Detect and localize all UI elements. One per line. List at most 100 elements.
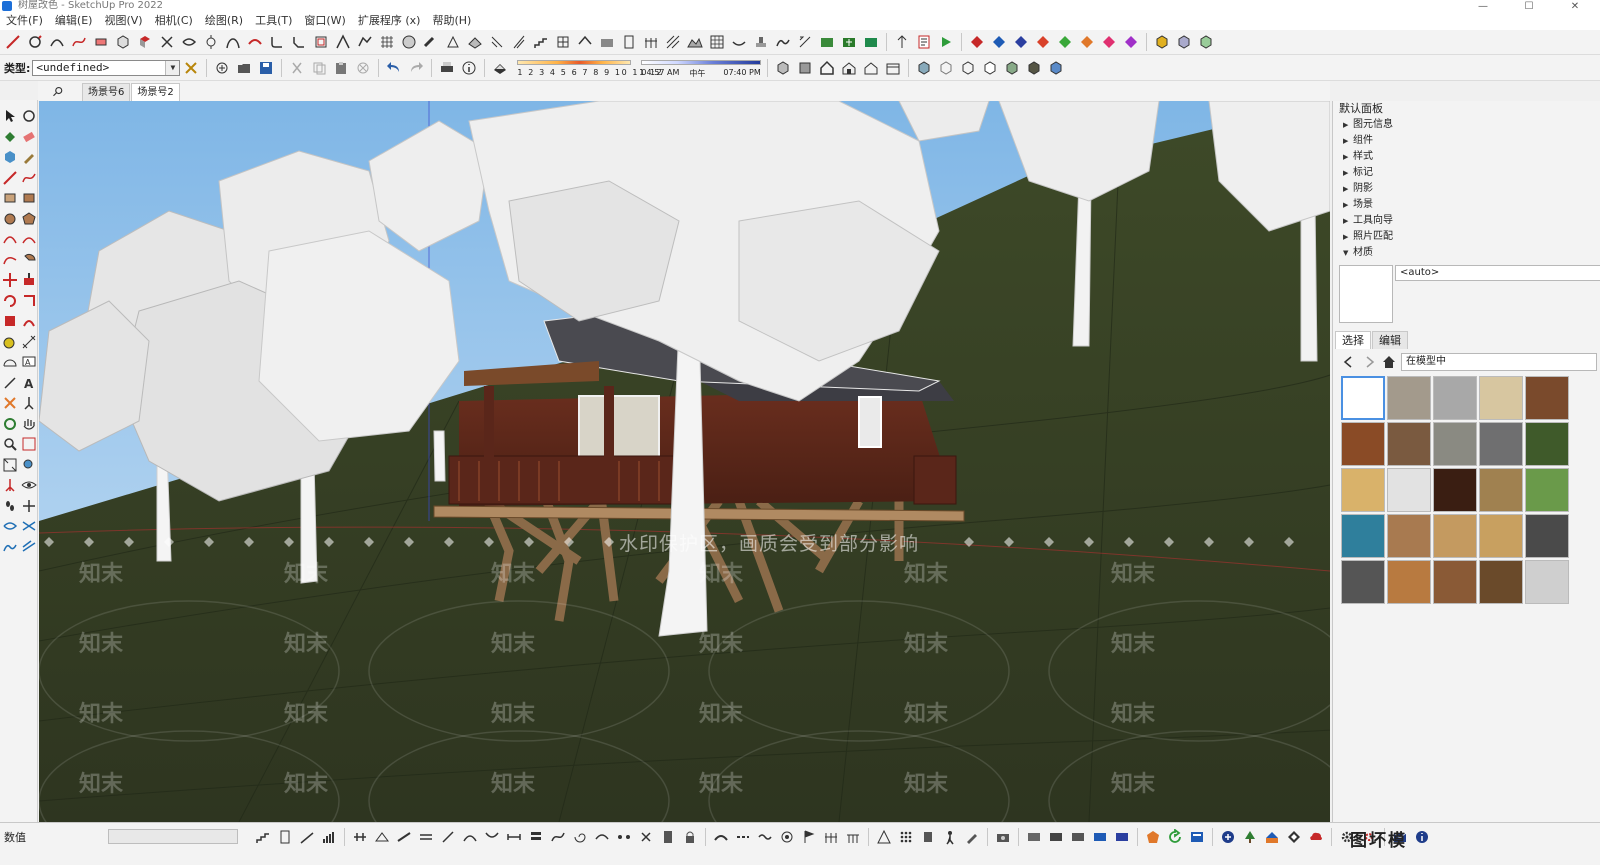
arc-icon[interactable]: [1, 230, 18, 248]
left-view-icon[interactable]: [884, 59, 902, 77]
shadows-toggle-icon[interactable]: [491, 59, 509, 77]
ramp-icon[interactable]: [298, 828, 316, 846]
rail-icon[interactable]: [510, 33, 528, 51]
measurements-input[interactable]: [108, 829, 238, 844]
menu-help[interactable]: 帮助(H): [426, 12, 477, 30]
shadow-month-slider[interactable]: 1 2 3 4 5 6 7 8 9 10 11 12: [515, 57, 662, 79]
sandbox-contour-icon[interactable]: [1, 517, 18, 535]
material-swatch[interactable]: [1433, 468, 1477, 512]
back-edges-icon[interactable]: [937, 59, 955, 77]
shape-bender-icon[interactable]: [246, 33, 264, 51]
freehand-icon[interactable]: [20, 169, 37, 187]
hidden-line-icon[interactable]: [981, 59, 999, 77]
split-icon[interactable]: [1100, 33, 1118, 51]
zoom-extents-icon[interactable]: [1, 456, 18, 474]
window-panel-icon[interactable]: [1188, 828, 1206, 846]
rotate-icon[interactable]: [1, 292, 18, 310]
menu-tools[interactable]: 工具(T): [249, 12, 298, 30]
layer-hide-icon[interactable]: [1069, 828, 1087, 846]
curve-icon[interactable]: [549, 828, 567, 846]
sandbox-smoove-icon[interactable]: [1, 538, 18, 556]
orbit-tool-icon[interactable]: [1, 415, 18, 433]
dimension-icon[interactable]: [20, 333, 37, 351]
box-icon[interactable]: [114, 33, 132, 51]
model-viewport[interactable]: 水印保护区，画质会受到部分影响 知末 知末 知末 知末 知末 知末 知末 知末 …: [39, 101, 1330, 822]
back-view-icon[interactable]: [862, 59, 880, 77]
menu-edit[interactable]: 编辑(E): [49, 12, 99, 30]
add-circle-icon[interactable]: [1219, 828, 1237, 846]
layer-blue-icon[interactable]: [1113, 828, 1131, 846]
position-camera-icon[interactable]: [20, 456, 37, 474]
checker-icon[interactable]: [1285, 828, 1303, 846]
panel-match-photo[interactable]: ▶ 照片匹配: [1333, 229, 1600, 245]
menu-file[interactable]: 文件(F): [0, 12, 49, 30]
sphere-icon[interactable]: [400, 33, 418, 51]
chart-bars-icon[interactable]: [320, 828, 338, 846]
material-swatch[interactable]: [1387, 560, 1431, 604]
material-swatch[interactable]: [1479, 514, 1523, 558]
eraser-tool-icon[interactable]: [20, 128, 37, 146]
menu-camera[interactable]: 相机(C): [149, 12, 199, 30]
grid-icon[interactable]: [708, 33, 726, 51]
zoom-icon[interactable]: [1, 435, 18, 453]
layer-lock-icon[interactable]: [1047, 828, 1065, 846]
spiral-icon[interactable]: [571, 828, 589, 846]
scale-icon[interactable]: [1, 312, 18, 330]
tab-edit[interactable]: 编辑: [1372, 331, 1408, 349]
eraser-icon[interactable]: [92, 33, 110, 51]
iso-view-icon[interactable]: [774, 59, 792, 77]
tape-measure-icon[interactable]: [1, 333, 18, 351]
material-swatch[interactable]: [1433, 376, 1477, 420]
polygon-icon[interactable]: [20, 210, 37, 228]
panel-scenes[interactable]: ▶ 场景: [1333, 197, 1600, 213]
print-icon[interactable]: [438, 59, 456, 77]
pencil-icon[interactable]: [20, 148, 37, 166]
material-swatch[interactable]: [1433, 514, 1477, 558]
stair-maker-icon[interactable]: [254, 828, 272, 846]
panel-instructor[interactable]: ▶ 工具向导: [1333, 213, 1600, 229]
three-point-arc-icon[interactable]: [1, 251, 18, 269]
layer-color-icon[interactable]: [1091, 828, 1109, 846]
report-icon[interactable]: [915, 33, 933, 51]
loft-icon[interactable]: [334, 33, 352, 51]
undo-icon[interactable]: [385, 59, 403, 77]
cloud-upload-icon[interactable]: [1307, 828, 1325, 846]
add-detail-icon[interactable]: [840, 33, 858, 51]
panel-shadows[interactable]: ▶ 阴影: [1333, 181, 1600, 197]
pipe-icon[interactable]: [422, 33, 440, 51]
copy-icon[interactable]: [310, 59, 328, 77]
brace-icon[interactable]: [439, 828, 457, 846]
rotated-rect-icon[interactable]: [20, 189, 37, 207]
door-icon[interactable]: [620, 33, 638, 51]
stair-icon[interactable]: [532, 33, 550, 51]
beam-icon[interactable]: [351, 828, 369, 846]
material-swatch[interactable]: [1479, 468, 1523, 512]
look-around-icon[interactable]: [1, 476, 18, 494]
camera-icon[interactable]: [994, 828, 1012, 846]
search-icon[interactable]: [48, 83, 68, 101]
sandbox-icon[interactable]: [818, 33, 836, 51]
material-swatch[interactable]: [1525, 560, 1569, 604]
solid-tools-icon[interactable]: [968, 33, 986, 51]
model-info-icon[interactable]: [460, 59, 478, 77]
panel-styles[interactable]: ▶ 样式: [1333, 149, 1600, 165]
axes-icon[interactable]: [1, 374, 18, 392]
scissors-icon[interactable]: [158, 33, 176, 51]
zoom-window-icon[interactable]: [20, 435, 37, 453]
undo-history-icon[interactable]: [893, 33, 911, 51]
sandbox-stamp-icon[interactable]: [20, 538, 37, 556]
joist-icon[interactable]: [417, 828, 435, 846]
scene-tab-6[interactable]: 场景号6: [82, 83, 131, 101]
eye-icon[interactable]: [20, 476, 37, 494]
shaded-icon[interactable]: [1003, 59, 1021, 77]
weld-icon[interactable]: [180, 33, 198, 51]
union-icon[interactable]: [1034, 33, 1052, 51]
open-file-icon[interactable]: [235, 59, 253, 77]
subtract-icon[interactable]: [1056, 33, 1074, 51]
intersect-icon[interactable]: [1012, 33, 1030, 51]
component-box-icon[interactable]: [1153, 33, 1171, 51]
panel-materials[interactable]: ▼ 材质: [1333, 245, 1600, 261]
panel-tags[interactable]: ▶ 标记: [1333, 165, 1600, 181]
new-file-icon[interactable]: [213, 59, 231, 77]
3d-text-icon[interactable]: A: [20, 374, 37, 392]
